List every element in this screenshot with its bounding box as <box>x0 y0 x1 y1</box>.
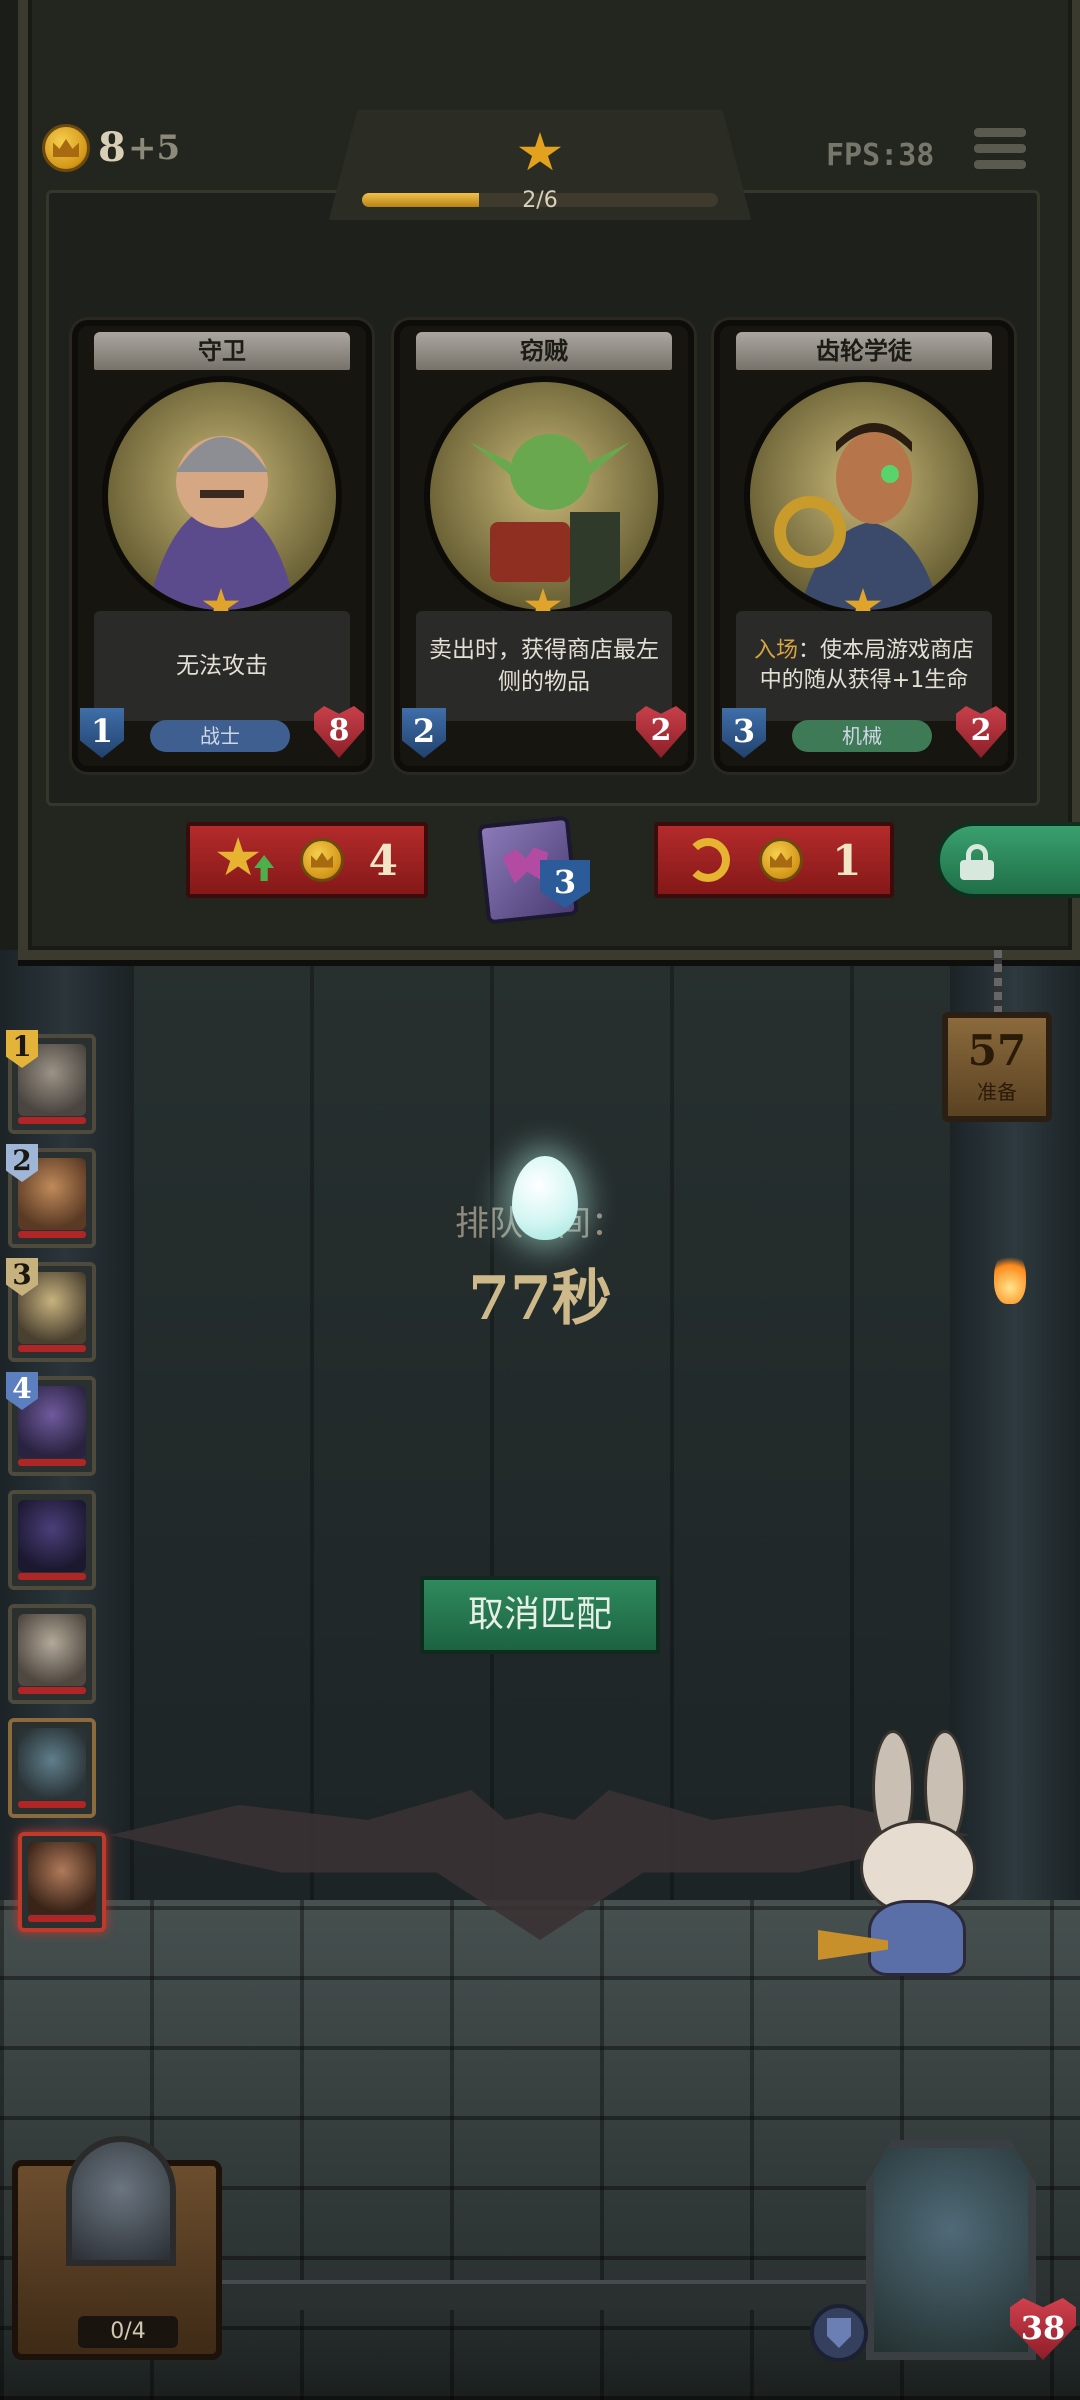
minion-portrait <box>28 1842 96 1914</box>
minion-hp-bar <box>28 1915 96 1922</box>
card-name: 齿轮学徒 <box>736 332 992 370</box>
minion-hp-bar <box>18 1801 86 1808</box>
lock-icon <box>960 844 994 880</box>
sign-chain <box>994 950 1002 1014</box>
gold-coin-icon <box>42 124 90 172</box>
guard-portrait <box>102 376 342 616</box>
fps-counter: FPS:38 <box>826 138 935 173</box>
card-name: 窃贼 <box>416 332 672 370</box>
flame-icon <box>994 1250 1026 1304</box>
gold-coin-icon <box>759 838 804 882</box>
minion-portrait <box>18 1728 86 1800</box>
minion-portrait <box>18 1614 86 1686</box>
menu-icon[interactable] <box>974 128 1026 178</box>
card-description: 卖出时，获得商店最左侧的物品 <box>416 611 672 721</box>
tier-progress-text: 2/6 <box>522 188 558 213</box>
minion-hp-bar <box>18 1687 86 1694</box>
hero-slot-count: 0/4 <box>78 2316 178 2348</box>
gold-amount: 8 <box>98 124 126 171</box>
lineup-slot[interactable]: 1 <box>6 1030 96 1134</box>
tier-progress-fill <box>362 193 480 207</box>
player-hero-portrait[interactable] <box>866 2140 1036 2360</box>
hero-portrait <box>66 2136 176 2266</box>
card-tribe: 战士 <box>150 720 290 752</box>
floor-rail <box>210 2280 870 2310</box>
gear-apprentice-portrait <box>744 376 984 616</box>
lineup-slot[interactable] <box>8 1490 96 1590</box>
crown-icon <box>53 139 79 157</box>
card-description: 无法攻击 <box>94 611 350 721</box>
card-attack: 1 <box>80 708 124 758</box>
ready-label: 准备 <box>977 1080 1017 1104</box>
card-name: 守卫 <box>94 332 350 370</box>
card-tribe: 机械 <box>792 720 932 752</box>
refresh-icon <box>686 838 731 882</box>
ready-count: 57 <box>967 1026 1027 1075</box>
bunny-mascot <box>818 1730 998 1980</box>
torch <box>990 1250 1030 1330</box>
gold-income: +5 <box>128 128 181 168</box>
hero-slot-panel[interactable]: 0/4 <box>12 2136 222 2360</box>
shop-card[interactable]: 齿轮学徒 入场：使本局游戏商店中的随从获得+1生命 3 2 机械 <box>714 320 1014 772</box>
ready-count-sign: 57 准备 <box>942 1012 1052 1122</box>
queue-time-value: 77秒 <box>468 1264 612 1334</box>
cancel-match-button[interactable]: 取消匹配 <box>420 1576 660 1654</box>
shop-card[interactable]: 窃贼 卖出时，获得商店最左侧的物品 2 2 <box>394 320 694 772</box>
lineup-slot[interactable]: 2 <box>6 1144 96 1248</box>
gold-coin-icon <box>300 838 345 882</box>
card-attack: 3 <box>722 708 766 758</box>
minion-portrait <box>18 1500 86 1572</box>
minion-hp-bar <box>18 1573 86 1580</box>
freeze-shop-button[interactable] <box>936 822 1080 898</box>
refresh-cost: 1 <box>832 835 862 885</box>
upgrade-star-icon <box>216 837 276 883</box>
upgrade-tier-button[interactable]: 4 <box>186 822 428 898</box>
upgrade-cost: 4 <box>368 835 398 885</box>
lineup-slot[interactable] <box>8 1718 96 1818</box>
card-attack: 2 <box>402 708 446 758</box>
refresh-shop-button[interactable]: 1 <box>654 822 894 898</box>
minion-hp-bar <box>18 1345 86 1352</box>
minion-hp-bar <box>18 1459 86 1466</box>
thief-portrait <box>424 376 664 616</box>
lineup-slot[interactable] <box>8 1604 96 1704</box>
minion-hp-bar <box>18 1117 86 1124</box>
armor-shield-icon <box>810 2304 868 2362</box>
shop-card[interactable]: 守卫 无法攻击 1 8 战士 <box>72 320 372 772</box>
lineup-slot[interactable]: 4 <box>6 1372 96 1476</box>
card-description: 入场：使本局游戏商店中的随从获得+1生命 <box>736 611 992 721</box>
lineup-slot[interactable] <box>18 1832 106 1932</box>
lineup-slot[interactable]: 3 <box>6 1258 96 1362</box>
minion-hp-bar <box>18 1231 86 1238</box>
